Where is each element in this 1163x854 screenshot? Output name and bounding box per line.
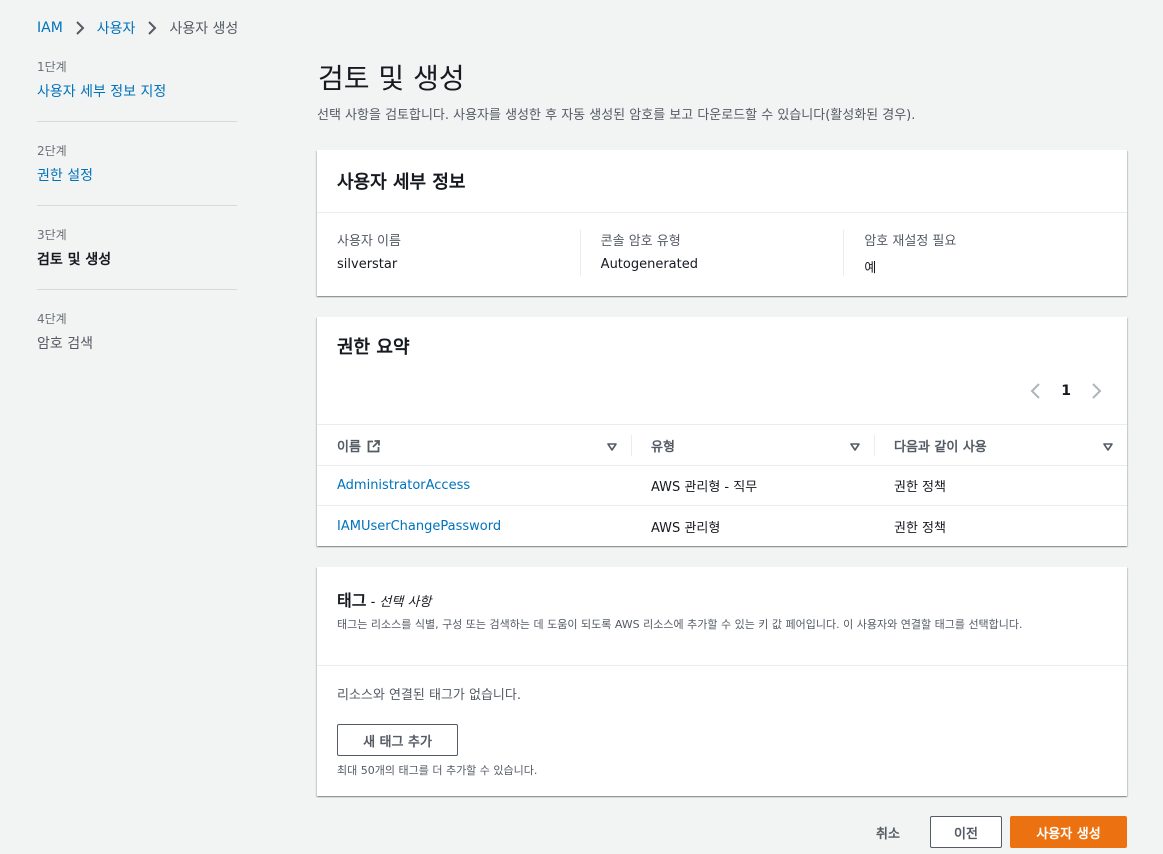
optional-label: - 선택 사항 bbox=[366, 595, 432, 610]
step-retrieve-password: 암호 검색 bbox=[37, 336, 93, 352]
add-tag-button[interactable]: 새 태그 추가 bbox=[337, 724, 458, 756]
table-cell-usage: 권한 정책 bbox=[894, 480, 946, 495]
external-link-icon bbox=[367, 439, 380, 453]
panel-title: 권한 요약 bbox=[337, 337, 410, 358]
step-1: 1단계 사용자 세부 정보 지정 bbox=[37, 58, 237, 122]
wizard-steps: 1단계 사용자 세부 정보 지정 2단계 권한 설정 3단계 검토 및 생성 4… bbox=[37, 58, 237, 393]
step-link-permissions[interactable]: 권한 설정 bbox=[37, 168, 93, 184]
field-value: Autogenerated bbox=[600, 257, 699, 272]
field-username: 사용자 이름 silverstar bbox=[337, 230, 580, 276]
field-label: 콘솔 암호 유형 bbox=[600, 234, 681, 249]
step-3: 3단계 검토 및 생성 bbox=[37, 226, 237, 290]
step-link-user-details[interactable]: 사용자 세부 정보 지정 bbox=[37, 84, 166, 100]
chevron-right-icon bbox=[75, 18, 85, 38]
tags-description: 태그는 리소스를 식별, 구성 또는 검색하는 데 도움이 되도록 AWS 리소… bbox=[337, 618, 1023, 631]
tags-panel: 태그 - 선택 사항 태그는 리소스를 식별, 구성 또는 검색하는 데 도움이… bbox=[317, 567, 1127, 796]
user-details-panel: 사용자 세부 정보 사용자 이름 silverstar 콘솔 암호 유형 Aut… bbox=[317, 150, 1127, 296]
step-number: 1단계 bbox=[37, 60, 67, 74]
step-2: 2단계 권한 설정 bbox=[37, 142, 237, 206]
field-password-reset: 암호 재설정 필요 예 bbox=[843, 230, 1107, 276]
table-cell-name: IAMUserChangePassword bbox=[317, 519, 631, 534]
column-label: 이름 bbox=[337, 439, 361, 455]
field-value: silverstar bbox=[337, 257, 398, 272]
tags-limit-hint: 최대 50개의 태그를 더 추가할 수 있습니다. bbox=[337, 764, 538, 777]
field-label: 사용자 이름 bbox=[337, 234, 401, 249]
no-tags-message: 리소스와 연결된 태그가 없습니다. bbox=[337, 688, 521, 703]
column-header-type[interactable]: 유형 bbox=[631, 425, 874, 465]
column-header-name[interactable]: 이름 bbox=[317, 425, 631, 465]
step-number: 3단계 bbox=[37, 228, 67, 242]
breadcrumb: IAM 사용자 사용자 생성 bbox=[37, 18, 238, 38]
chevron-right-icon[interactable] bbox=[1089, 381, 1103, 401]
permissions-summary-panel: 권한 요약 1 이름 유형 다음과 같이 사용 AdministratorAcc… bbox=[317, 317, 1127, 546]
field-console-password-type: 콘솔 암호 유형 Autogenerated bbox=[579, 230, 844, 276]
sort-down-icon[interactable] bbox=[607, 440, 617, 455]
chevron-left-icon[interactable] bbox=[1029, 381, 1043, 401]
panel-header: 태그 - 선택 사항 태그는 리소스를 식별, 구성 또는 검색하는 데 도움이… bbox=[317, 567, 1127, 666]
breadcrumb-iam[interactable]: IAM bbox=[37, 20, 63, 36]
breadcrumb-users[interactable]: 사용자 bbox=[97, 18, 136, 38]
step-number: 4단계 bbox=[37, 312, 67, 326]
table-cell-usage: 권한 정책 bbox=[894, 520, 946, 536]
cancel-button[interactable]: 취소 bbox=[860, 816, 916, 848]
table-cell-type: AWS 관리형 - 직무 bbox=[651, 480, 758, 495]
table-cell-type: AWS 관리형 bbox=[651, 520, 721, 536]
pagination: 1 bbox=[1029, 381, 1103, 401]
page-title: 검토 및 생성 bbox=[318, 62, 465, 95]
column-header-usage[interactable]: 다음과 같이 사용 bbox=[874, 425, 1127, 465]
field-value: 예 bbox=[864, 261, 877, 276]
panel-header: 권한 요약 bbox=[317, 317, 1127, 375]
sort-down-icon[interactable] bbox=[1103, 440, 1113, 455]
details-fields: 사용자 이름 silverstar 콘솔 암호 유형 Autogenerated… bbox=[317, 213, 1127, 276]
policy-link[interactable]: AdministratorAccess bbox=[337, 478, 470, 493]
step-number: 2단계 bbox=[37, 144, 67, 158]
table-row: AdministratorAccess AWS 관리형 - 직무 권한 정책 bbox=[317, 466, 1127, 506]
table-row: IAMUserChangePassword AWS 관리형 권한 정책 bbox=[317, 506, 1127, 546]
breadcrumb-current: 사용자 생성 bbox=[169, 21, 239, 37]
page-number[interactable]: 1 bbox=[1061, 383, 1071, 399]
table-cell-name: AdministratorAccess bbox=[317, 478, 631, 493]
page-description: 선택 사항을 검토합니다. 사용자를 생성한 후 자동 생성된 암호를 보고 다… bbox=[317, 108, 916, 123]
table-header: 이름 유형 다음과 같이 사용 bbox=[317, 425, 1127, 466]
policy-link[interactable]: IAMUserChangePassword bbox=[337, 519, 501, 534]
panel-header: 사용자 세부 정보 bbox=[317, 150, 1127, 213]
column-label: 다음과 같이 사용 bbox=[894, 439, 987, 455]
step-current-review: 검토 및 생성 bbox=[37, 252, 112, 268]
permissions-table: 이름 유형 다음과 같이 사용 AdministratorAccess AWS … bbox=[317, 424, 1127, 546]
panel-title: 사용자 세부 정보 bbox=[337, 172, 466, 193]
step-4: 4단계 암호 검색 bbox=[37, 310, 237, 373]
field-label: 암호 재설정 필요 bbox=[864, 234, 957, 249]
column-label: 유형 bbox=[651, 439, 675, 455]
panel-title: 태그 bbox=[337, 591, 367, 610]
chevron-right-icon bbox=[147, 18, 157, 38]
previous-button[interactable]: 이전 bbox=[930, 816, 1002, 848]
sort-down-icon[interactable] bbox=[850, 440, 860, 455]
create-user-button[interactable]: 사용자 생성 bbox=[1010, 816, 1127, 848]
